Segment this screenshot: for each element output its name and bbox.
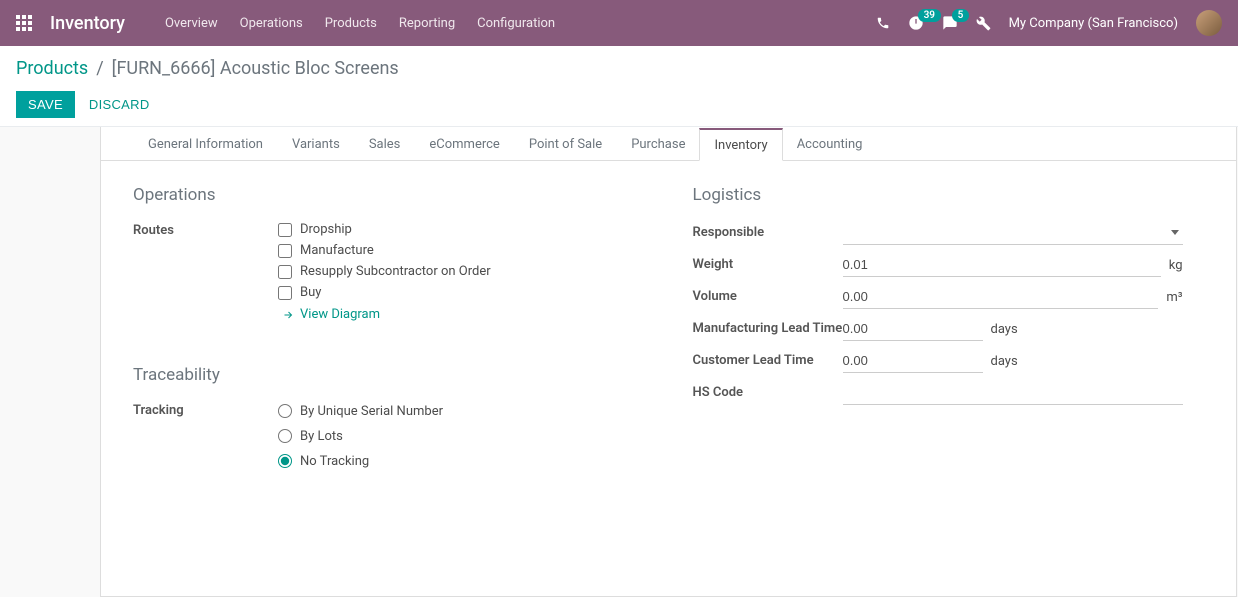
cust-lead-input[interactable] xyxy=(843,349,983,373)
hs-code-input[interactable] xyxy=(843,381,1183,405)
nav-right: 39 5 My Company (San Francisco) xyxy=(876,10,1222,36)
logistics-title: Logistics xyxy=(693,185,1205,205)
route-label-dropship: Dropship xyxy=(300,222,352,237)
menu-configuration[interactable]: Configuration xyxy=(477,16,555,31)
route-checkbox-buy[interactable] xyxy=(278,286,292,300)
operations-title: Operations xyxy=(133,185,645,205)
routes-label: Routes xyxy=(133,219,278,238)
tab-ecommerce[interactable]: eCommerce xyxy=(414,128,514,161)
tracking-label-serial: By Unique Serial Number xyxy=(300,404,443,419)
tracking-radio-none[interactable] xyxy=(278,454,292,468)
breadcrumb: Products / [FURN_6666] Acoustic Bloc Scr… xyxy=(16,58,1222,79)
top-navbar: Inventory Overview Operations Products R… xyxy=(0,0,1238,46)
menu-reporting[interactable]: Reporting xyxy=(399,16,455,31)
mfg-lead-label: Manufacturing Lead Time xyxy=(693,321,843,337)
mfg-lead-unit: days xyxy=(991,322,1018,337)
breadcrumb-current: [FURN_6666] Acoustic Bloc Screens xyxy=(112,58,399,79)
phone-icon[interactable] xyxy=(876,16,890,30)
tracking-label: Tracking xyxy=(133,399,278,418)
route-label-manufacture: Manufacture xyxy=(300,243,374,258)
apps-icon[interactable] xyxy=(16,15,32,31)
breadcrumb-separator: / xyxy=(96,58,103,79)
route-label-resupply: Resupply Subcontractor on Order xyxy=(300,264,491,279)
chevron-down-icon[interactable] xyxy=(1171,230,1179,235)
tab-point-of-sale[interactable]: Point of Sale xyxy=(514,128,617,161)
weight-unit: kg xyxy=(1169,258,1183,273)
menu-products[interactable]: Products xyxy=(325,16,377,31)
settings-icon[interactable] xyxy=(976,16,991,31)
control-panel: Products / [FURN_6666] Acoustic Bloc Scr… xyxy=(0,46,1238,127)
tab-purchase[interactable]: Purchase xyxy=(616,128,700,161)
view-diagram-link[interactable]: View Diagram xyxy=(282,307,380,322)
save-button[interactable]: SAVE xyxy=(16,91,75,118)
route-checkbox-manufacture[interactable] xyxy=(278,244,292,258)
messages-badge: 5 xyxy=(952,9,970,22)
messages-icon[interactable]: 5 xyxy=(942,15,958,31)
tracking-radio-serial[interactable] xyxy=(278,404,292,418)
tracking-label-lots: By Lots xyxy=(300,429,343,444)
tab-sales[interactable]: Sales xyxy=(354,128,416,161)
route-label-buy: Buy xyxy=(300,285,321,300)
hs-code-label: HS Code xyxy=(693,385,843,401)
responsible-input[interactable] xyxy=(843,221,1171,244)
tab-accounting[interactable]: Accounting xyxy=(782,128,878,161)
company-switcher[interactable]: My Company (San Francisco) xyxy=(1009,16,1178,31)
tab-general-information[interactable]: General Information xyxy=(133,128,278,161)
weight-input[interactable] xyxy=(843,253,1161,277)
left-column: Operations Routes Dropship Manufa xyxy=(133,185,645,480)
main-menu: Overview Operations Products Reporting C… xyxy=(165,16,555,31)
route-checkbox-resupply[interactable] xyxy=(278,265,292,279)
user-avatar[interactable] xyxy=(1196,10,1222,36)
activities-icon[interactable]: 39 xyxy=(908,15,924,31)
tracking-label-none: No Tracking xyxy=(300,454,369,469)
cust-lead-unit: days xyxy=(991,354,1018,369)
tab-inventory[interactable]: Inventory xyxy=(699,128,782,161)
form-tabs: General Information Variants Sales eComm… xyxy=(101,127,1236,161)
breadcrumb-parent[interactable]: Products xyxy=(16,58,88,79)
route-checkbox-dropship[interactable] xyxy=(278,223,292,237)
activities-badge: 39 xyxy=(918,9,941,22)
responsible-label: Responsible xyxy=(693,225,843,241)
traceability-title: Traceability xyxy=(133,365,645,385)
mfg-lead-input[interactable] xyxy=(843,317,983,341)
tracking-radio-lots[interactable] xyxy=(278,429,292,443)
volume-input[interactable] xyxy=(843,285,1159,309)
arrow-right-icon xyxy=(282,309,294,321)
tab-variants[interactable]: Variants xyxy=(277,128,355,161)
view-diagram-text: View Diagram xyxy=(300,307,380,322)
discard-button[interactable]: DISCARD xyxy=(89,97,150,112)
app-brand[interactable]: Inventory xyxy=(50,13,125,34)
weight-label: Weight xyxy=(693,257,843,273)
menu-operations[interactable]: Operations xyxy=(240,16,303,31)
menu-overview[interactable]: Overview xyxy=(165,16,218,31)
right-column: Logistics Responsible Weight xyxy=(693,185,1205,480)
volume-unit: m³ xyxy=(1166,290,1182,305)
form-sheet: General Information Variants Sales eComm… xyxy=(100,127,1237,597)
cust-lead-label: Customer Lead Time xyxy=(693,353,843,369)
volume-label: Volume xyxy=(693,289,843,305)
